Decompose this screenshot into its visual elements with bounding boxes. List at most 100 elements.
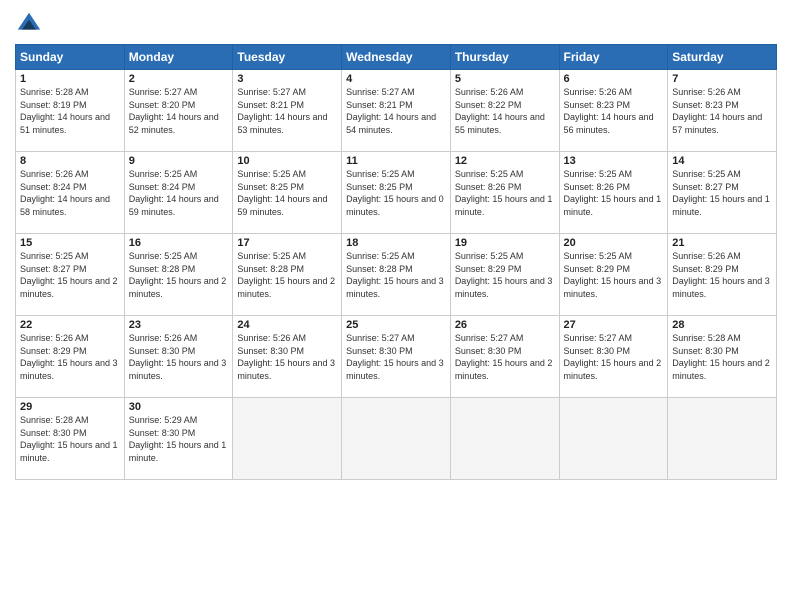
day-info: Sunrise: 5:26 AMSunset: 8:23 PMDaylight:… xyxy=(564,86,664,136)
day-info: Sunrise: 5:29 AMSunset: 8:30 PMDaylight:… xyxy=(129,414,229,464)
calendar-day-cell: 11 Sunrise: 5:25 AMSunset: 8:25 PMDaylig… xyxy=(342,152,451,234)
calendar-day-cell: 24 Sunrise: 5:26 AMSunset: 8:30 PMDaylig… xyxy=(233,316,342,398)
day-info: Sunrise: 5:27 AMSunset: 8:30 PMDaylight:… xyxy=(455,332,555,382)
calendar-day-cell: 17 Sunrise: 5:25 AMSunset: 8:28 PMDaylig… xyxy=(233,234,342,316)
calendar-day-cell: 7 Sunrise: 5:26 AMSunset: 8:23 PMDayligh… xyxy=(668,70,777,152)
calendar-day-cell: 13 Sunrise: 5:25 AMSunset: 8:26 PMDaylig… xyxy=(559,152,668,234)
calendar-header-row: SundayMondayTuesdayWednesdayThursdayFrid… xyxy=(16,45,777,70)
day-info: Sunrise: 5:27 AMSunset: 8:21 PMDaylight:… xyxy=(237,86,337,136)
calendar-day-cell: 6 Sunrise: 5:26 AMSunset: 8:23 PMDayligh… xyxy=(559,70,668,152)
day-number: 9 xyxy=(129,155,229,167)
day-number: 24 xyxy=(237,319,337,331)
day-number: 28 xyxy=(672,319,772,331)
calendar-day-cell: 5 Sunrise: 5:26 AMSunset: 8:22 PMDayligh… xyxy=(450,70,559,152)
day-info: Sunrise: 5:27 AMSunset: 8:30 PMDaylight:… xyxy=(346,332,446,382)
header xyxy=(15,10,777,38)
day-number: 21 xyxy=(672,237,772,249)
calendar-week-row: 15 Sunrise: 5:25 AMSunset: 8:27 PMDaylig… xyxy=(16,234,777,316)
day-info: Sunrise: 5:25 AMSunset: 8:28 PMDaylight:… xyxy=(346,250,446,300)
calendar-day-cell: 14 Sunrise: 5:25 AMSunset: 8:27 PMDaylig… xyxy=(668,152,777,234)
day-info: Sunrise: 5:26 AMSunset: 8:24 PMDaylight:… xyxy=(20,168,120,218)
logo-icon xyxy=(15,10,43,38)
day-info: Sunrise: 5:27 AMSunset: 8:20 PMDaylight:… xyxy=(129,86,229,136)
day-info: Sunrise: 5:26 AMSunset: 8:30 PMDaylight:… xyxy=(129,332,229,382)
calendar-day-header: Monday xyxy=(124,45,233,70)
day-number: 15 xyxy=(20,237,120,249)
calendar-day-cell: 4 Sunrise: 5:27 AMSunset: 8:21 PMDayligh… xyxy=(342,70,451,152)
day-info: Sunrise: 5:27 AMSunset: 8:30 PMDaylight:… xyxy=(564,332,664,382)
day-info: Sunrise: 5:25 AMSunset: 8:24 PMDaylight:… xyxy=(129,168,229,218)
calendar-day-cell: 23 Sunrise: 5:26 AMSunset: 8:30 PMDaylig… xyxy=(124,316,233,398)
day-number: 12 xyxy=(455,155,555,167)
day-number: 14 xyxy=(672,155,772,167)
calendar-day-cell: 26 Sunrise: 5:27 AMSunset: 8:30 PMDaylig… xyxy=(450,316,559,398)
calendar-day-cell: 27 Sunrise: 5:27 AMSunset: 8:30 PMDaylig… xyxy=(559,316,668,398)
calendar-day-header: Friday xyxy=(559,45,668,70)
day-info: Sunrise: 5:26 AMSunset: 8:23 PMDaylight:… xyxy=(672,86,772,136)
calendar-day-cell xyxy=(450,398,559,480)
calendar-day-cell: 21 Sunrise: 5:26 AMSunset: 8:29 PMDaylig… xyxy=(668,234,777,316)
calendar-day-cell: 20 Sunrise: 5:25 AMSunset: 8:29 PMDaylig… xyxy=(559,234,668,316)
day-number: 26 xyxy=(455,319,555,331)
day-info: Sunrise: 5:25 AMSunset: 8:25 PMDaylight:… xyxy=(346,168,446,218)
calendar-day-cell xyxy=(559,398,668,480)
calendar-day-cell: 22 Sunrise: 5:26 AMSunset: 8:29 PMDaylig… xyxy=(16,316,125,398)
day-number: 11 xyxy=(346,155,446,167)
calendar-week-row: 1 Sunrise: 5:28 AMSunset: 8:19 PMDayligh… xyxy=(16,70,777,152)
day-number: 13 xyxy=(564,155,664,167)
day-number: 30 xyxy=(129,401,229,413)
calendar-day-cell: 28 Sunrise: 5:28 AMSunset: 8:30 PMDaylig… xyxy=(668,316,777,398)
day-info: Sunrise: 5:26 AMSunset: 8:22 PMDaylight:… xyxy=(455,86,555,136)
calendar-day-cell: 30 Sunrise: 5:29 AMSunset: 8:30 PMDaylig… xyxy=(124,398,233,480)
day-number: 2 xyxy=(129,73,229,85)
day-info: Sunrise: 5:27 AMSunset: 8:21 PMDaylight:… xyxy=(346,86,446,136)
calendar-week-row: 29 Sunrise: 5:28 AMSunset: 8:30 PMDaylig… xyxy=(16,398,777,480)
calendar-day-cell: 8 Sunrise: 5:26 AMSunset: 8:24 PMDayligh… xyxy=(16,152,125,234)
day-number: 27 xyxy=(564,319,664,331)
day-number: 22 xyxy=(20,319,120,331)
calendar-day-cell xyxy=(668,398,777,480)
day-number: 19 xyxy=(455,237,555,249)
calendar-day-cell: 16 Sunrise: 5:25 AMSunset: 8:28 PMDaylig… xyxy=(124,234,233,316)
logo xyxy=(15,10,45,38)
day-number: 8 xyxy=(20,155,120,167)
calendar-day-cell xyxy=(233,398,342,480)
day-info: Sunrise: 5:25 AMSunset: 8:28 PMDaylight:… xyxy=(129,250,229,300)
day-info: Sunrise: 5:25 AMSunset: 8:29 PMDaylight:… xyxy=(564,250,664,300)
day-number: 29 xyxy=(20,401,120,413)
day-number: 6 xyxy=(564,73,664,85)
day-info: Sunrise: 5:25 AMSunset: 8:28 PMDaylight:… xyxy=(237,250,337,300)
calendar-day-header: Saturday xyxy=(668,45,777,70)
calendar-week-row: 8 Sunrise: 5:26 AMSunset: 8:24 PMDayligh… xyxy=(16,152,777,234)
calendar-day-header: Thursday xyxy=(450,45,559,70)
calendar: SundayMondayTuesdayWednesdayThursdayFrid… xyxy=(15,44,777,480)
day-info: Sunrise: 5:26 AMSunset: 8:29 PMDaylight:… xyxy=(20,332,120,382)
day-number: 3 xyxy=(237,73,337,85)
day-number: 5 xyxy=(455,73,555,85)
day-number: 23 xyxy=(129,319,229,331)
calendar-day-cell: 19 Sunrise: 5:25 AMSunset: 8:29 PMDaylig… xyxy=(450,234,559,316)
day-info: Sunrise: 5:28 AMSunset: 8:19 PMDaylight:… xyxy=(20,86,120,136)
calendar-day-cell xyxy=(342,398,451,480)
day-number: 25 xyxy=(346,319,446,331)
day-info: Sunrise: 5:25 AMSunset: 8:27 PMDaylight:… xyxy=(20,250,120,300)
calendar-day-header: Tuesday xyxy=(233,45,342,70)
calendar-day-cell: 1 Sunrise: 5:28 AMSunset: 8:19 PMDayligh… xyxy=(16,70,125,152)
calendar-day-cell: 12 Sunrise: 5:25 AMSunset: 8:26 PMDaylig… xyxy=(450,152,559,234)
day-info: Sunrise: 5:25 AMSunset: 8:25 PMDaylight:… xyxy=(237,168,337,218)
calendar-day-cell: 15 Sunrise: 5:25 AMSunset: 8:27 PMDaylig… xyxy=(16,234,125,316)
day-number: 20 xyxy=(564,237,664,249)
day-info: Sunrise: 5:26 AMSunset: 8:29 PMDaylight:… xyxy=(672,250,772,300)
day-info: Sunrise: 5:28 AMSunset: 8:30 PMDaylight:… xyxy=(20,414,120,464)
calendar-day-cell: 3 Sunrise: 5:27 AMSunset: 8:21 PMDayligh… xyxy=(233,70,342,152)
calendar-week-row: 22 Sunrise: 5:26 AMSunset: 8:29 PMDaylig… xyxy=(16,316,777,398)
calendar-day-cell: 2 Sunrise: 5:27 AMSunset: 8:20 PMDayligh… xyxy=(124,70,233,152)
day-info: Sunrise: 5:25 AMSunset: 8:26 PMDaylight:… xyxy=(455,168,555,218)
day-info: Sunrise: 5:25 AMSunset: 8:27 PMDaylight:… xyxy=(672,168,772,218)
calendar-day-cell: 10 Sunrise: 5:25 AMSunset: 8:25 PMDaylig… xyxy=(233,152,342,234)
calendar-day-header: Sunday xyxy=(16,45,125,70)
day-number: 4 xyxy=(346,73,446,85)
calendar-day-cell: 9 Sunrise: 5:25 AMSunset: 8:24 PMDayligh… xyxy=(124,152,233,234)
day-number: 1 xyxy=(20,73,120,85)
day-number: 18 xyxy=(346,237,446,249)
